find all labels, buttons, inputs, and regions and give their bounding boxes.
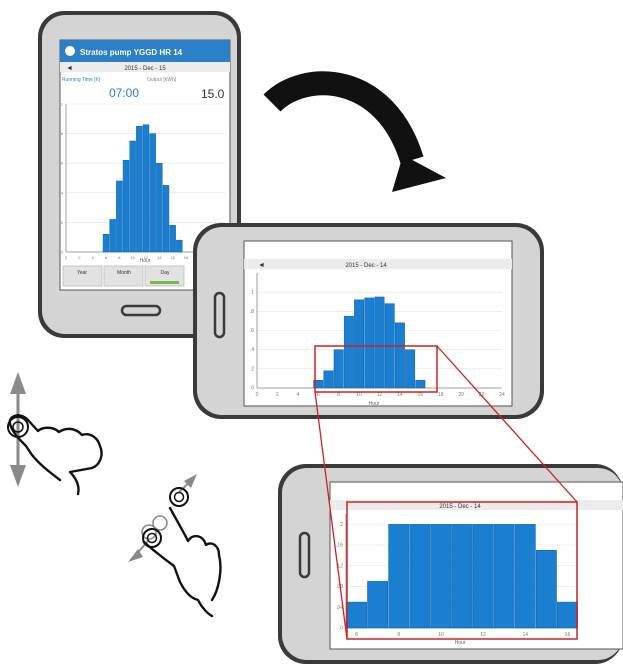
bar: [176, 239, 183, 253]
bar: [149, 133, 156, 253]
bar: [122, 159, 130, 253]
zoom-x-axis-label: Hour: [455, 640, 466, 646]
x-tick-label: 4: [296, 392, 299, 398]
tab-year-label: Year: [77, 270, 87, 276]
x-tick-label: 18: [438, 392, 444, 398]
bar: [169, 225, 176, 253]
phone-landscape: ◄ 2015 - Dec - 14 0.2.4.6.810 2 4 6 8 10 12 14 1…: [193, 223, 544, 419]
bar: [354, 299, 365, 389]
x-tick-label: 6: [355, 632, 358, 638]
x-tick-label: 24: [499, 392, 505, 398]
x-tick-label: 8: [337, 392, 340, 398]
bar: [129, 140, 136, 253]
home-button-landscape[interactable]: [213, 291, 226, 339]
bar: [405, 349, 416, 389]
tab-month[interactable]: [103, 265, 144, 287]
bar: [323, 370, 334, 389]
tab-day-active-indicator: [150, 281, 179, 284]
portrait-x-axis-label: Hour: [140, 258, 151, 264]
landscape-prev-button[interactable]: ◄: [258, 262, 265, 269]
running-time-label: Running Time [h]: [62, 77, 100, 83]
x-tick-label: 12: [377, 392, 383, 398]
bar: [162, 185, 170, 253]
bar: [346, 601, 367, 629]
bar: [156, 162, 163, 253]
x-tick-label: 18: [184, 255, 189, 260]
y-tick-label: .4: [250, 347, 254, 353]
tab-month-label: Month: [117, 270, 131, 276]
bar: [451, 524, 473, 629]
bar: [472, 524, 494, 629]
bar: [102, 233, 110, 253]
rotate-arrow-icon: [263, 71, 446, 192]
bar: [333, 349, 344, 389]
landscape-x-axis-label: Hour: [369, 401, 380, 407]
x-tick-label: 14: [397, 392, 403, 398]
period-tabs: Year Month Day: [62, 265, 185, 287]
bar: [364, 297, 375, 389]
illustration-canvas: Stratos pump YGGD HR 14 ◄ 2015 - Dec - 1…: [7, 11, 623, 664]
y-tick-label: .16: [336, 543, 343, 549]
x-tick-label: 16: [170, 255, 175, 260]
x-tick-label: 20: [458, 392, 464, 398]
bar: [142, 124, 150, 253]
bar: [388, 524, 410, 629]
x-tick-label: 2: [276, 392, 279, 398]
bar: [136, 125, 143, 253]
bar: [394, 322, 405, 389]
y-tick-label: .2: [250, 366, 254, 372]
bar: [430, 524, 452, 629]
landscape-date-label: 2015 - Dec - 14: [345, 263, 387, 269]
x-tick-label: 8: [397, 632, 400, 638]
date-prev-button[interactable]: ◄: [66, 65, 73, 72]
bar: [514, 524, 536, 629]
tab-year[interactable]: [62, 265, 103, 287]
bar: [493, 524, 515, 629]
phone-zoom: 2015 - Dec - 14 0.04.08.12.16.26 8 10 12 14 1…: [278, 464, 623, 664]
bar: [116, 180, 123, 253]
x-tick-label: 10: [438, 632, 444, 638]
output-value: 15.0: [201, 87, 225, 101]
bar: [409, 524, 431, 629]
date-label: 2015 - Dec - 15: [124, 66, 166, 72]
x-tick-label: 10: [356, 392, 362, 398]
y-tick-label: 0: [251, 386, 254, 392]
home-button-zoom[interactable]: [298, 531, 311, 579]
pinch-zoom-gesture-icon: [128, 474, 222, 618]
y-tick-label: .6: [250, 328, 254, 334]
app-logo-icon: [65, 46, 75, 56]
zoom-date-label: 2015 - Dec - 14: [439, 504, 481, 510]
bar: [535, 550, 557, 629]
x-tick-label: 12: [480, 632, 486, 638]
x-tick-label: 0: [256, 392, 259, 398]
x-tick-label: 16: [418, 392, 424, 398]
y-tick-label: .8: [250, 309, 254, 315]
x-tick-label: 16: [565, 632, 571, 638]
y-tick-label: 1: [251, 290, 254, 296]
bar: [557, 601, 578, 629]
bar: [109, 219, 116, 253]
home-button[interactable]: [120, 304, 162, 317]
y-tick-label: .2: [339, 522, 343, 528]
app-title: Stratos pump YGGD HR 14: [80, 48, 183, 57]
running-time-value: 07:00: [109, 86, 139, 100]
y-tick-label: 0: [340, 626, 343, 632]
x-tick-label: 6: [317, 392, 320, 398]
x-tick-label: 10: [130, 255, 135, 260]
bar: [367, 581, 389, 629]
swipe-vertical-gesture-icon: [7, 372, 103, 496]
x-tick-label: 14: [522, 632, 528, 638]
bar: [415, 380, 426, 389]
bar: [374, 296, 385, 389]
bar: [343, 315, 354, 389]
x-tick-label: 14: [157, 255, 162, 260]
output-label: Output [kWh]: [147, 77, 177, 83]
tab-day-label: Day: [161, 270, 170, 276]
